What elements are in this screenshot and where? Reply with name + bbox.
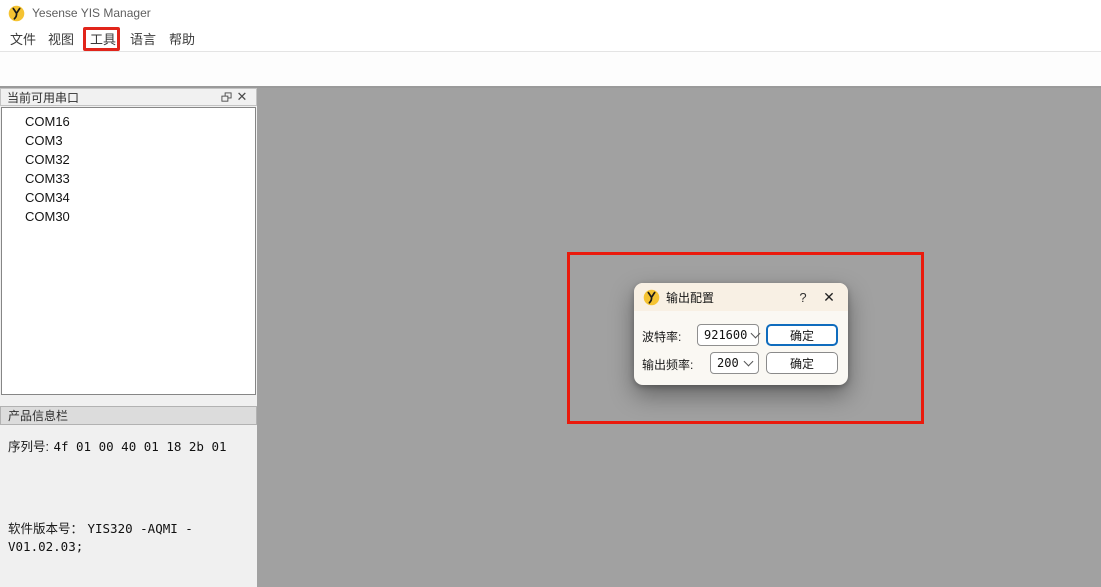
menu-help[interactable]: 帮助 <box>167 30 197 49</box>
float-window-icon <box>221 92 232 103</box>
serial-ports-panel: 当前可用串口 ✕ COM16 COM3 COM32 COM33 COM34 CO… <box>0 88 257 587</box>
dialog-freq-ok-button[interactable]: 确定 <box>766 352 838 374</box>
dialog-baud-label: 波特率: <box>642 328 681 345</box>
dialog-baud-select[interactable]: 921600 <box>697 324 759 346</box>
ports-panel-header: 当前可用串口 ✕ <box>0 88 257 106</box>
serial-number-row: 序列号: 4f 01 00 40 01 18 2b 01 <box>8 436 227 456</box>
port-list-item[interactable]: COM32 <box>2 150 255 169</box>
dialog-freq-select[interactable]: 200 <box>710 352 759 374</box>
chevron-down-icon <box>744 356 754 366</box>
dialog-baud-value: 921600 <box>704 328 747 342</box>
firmware-version-label: 软件版本号： <box>8 522 83 536</box>
firmware-version-row: 软件版本号： YIS320 -AQMI -V01.02.03; <box>8 518 257 556</box>
chevron-down-icon <box>751 328 761 338</box>
dialog-freq-label: 输出频率: <box>642 356 693 373</box>
product-info-header: 产品信息栏 <box>0 406 257 425</box>
dialog-title-bar[interactable]: 输出配置 ? ✕ <box>634 283 848 311</box>
menu-language[interactable]: 语言 <box>128 30 158 49</box>
menu-bar: 文件 视图 工具 语言 帮助 <box>0 26 1101 52</box>
window-title: Yesense YIS Manager <box>32 6 151 20</box>
menu-view[interactable]: 视图 <box>46 30 76 49</box>
app-logo-icon <box>8 5 25 22</box>
dialog-title: 输出配置 <box>666 289 792 306</box>
port-list: COM16 COM3 COM32 COM33 COM34 COM30 <box>1 107 256 395</box>
title-bar: Yesense YIS Manager <box>0 0 1101 26</box>
output-config-dialog: 输出配置 ? ✕ 波特率: 921600 确定 输出频率: 200 确定 <box>634 283 848 385</box>
port-list-item[interactable]: COM16 <box>2 112 255 131</box>
port-list-item[interactable]: COM33 <box>2 169 255 188</box>
dialog-logo-icon <box>643 289 660 306</box>
dialog-close-button[interactable]: ✕ <box>814 289 844 306</box>
port-list-item[interactable]: COM34 <box>2 188 255 207</box>
close-x-icon: ✕ <box>237 89 248 105</box>
ports-panel-title: 当前可用串口 <box>7 89 218 106</box>
dialog-freq-value: 200 <box>717 356 739 370</box>
dialog-help-button[interactable]: ? <box>792 290 814 305</box>
port-list-item[interactable]: COM30 <box>2 207 255 226</box>
product-info-title: 产品信息栏 <box>8 407 68 424</box>
float-panel-button[interactable] <box>218 90 234 104</box>
serial-number-value: 4f 01 00 40 01 18 2b 01 <box>53 439 226 454</box>
port-list-item[interactable]: COM3 <box>2 131 255 150</box>
serial-number-label: 序列号: <box>8 440 49 454</box>
close-panel-button[interactable]: ✕ <box>234 90 250 104</box>
dialog-baud-ok-button[interactable]: 确定 <box>766 324 838 346</box>
toolbar: UTC COM16 波特率： 921600 关闭串口 <box>0 52 1101 88</box>
menu-file[interactable]: 文件 <box>8 30 38 49</box>
menu-tools[interactable]: 工具 <box>88 30 118 49</box>
